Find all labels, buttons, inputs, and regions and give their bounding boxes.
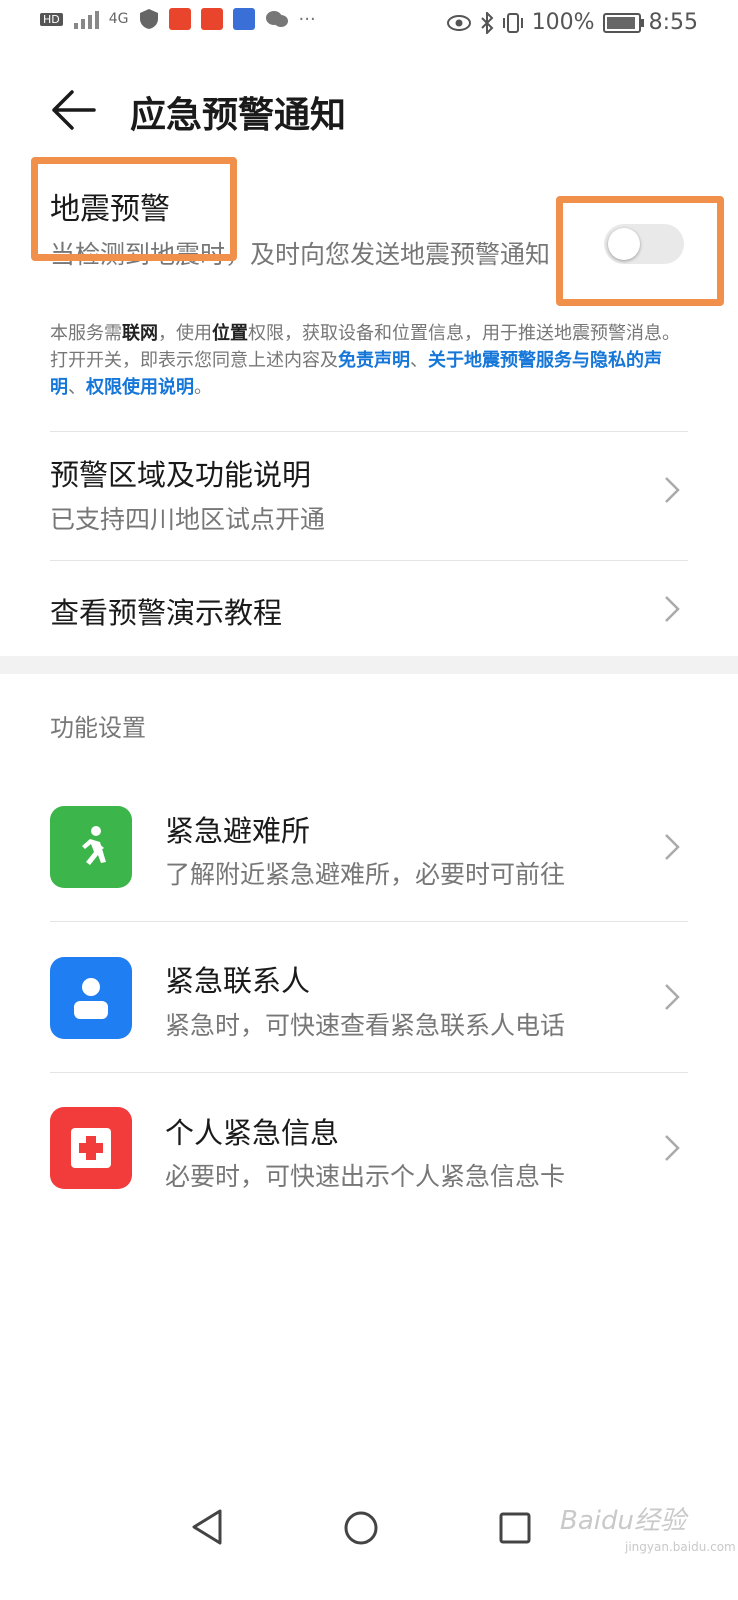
running-person-icon	[82, 826, 106, 865]
app-header: 应急预警通知	[0, 78, 738, 142]
divider	[50, 560, 688, 561]
chevron-right-icon	[665, 477, 680, 503]
clock: 8:55	[648, 10, 698, 35]
divider	[50, 431, 688, 432]
person-icon	[74, 978, 108, 1019]
shelter-subtitle: 了解附近紧急避难所，必要时可前往	[165, 860, 566, 889]
notice-bold-network: 联网	[122, 323, 158, 344]
nav-home-icon[interactable]	[343, 1510, 379, 1546]
notice-text-1: 本服务需	[50, 323, 122, 344]
divider	[50, 1072, 688, 1073]
notice-text-4: 、	[410, 350, 428, 371]
taobao-app-icon	[168, 8, 191, 30]
notice-text-2: ，使用	[158, 323, 212, 344]
battery-percent: 100%	[531, 10, 595, 35]
status-bar: HD 4G ··· 100% 8:55	[0, 0, 738, 52]
medical-cross-icon	[71, 1128, 111, 1168]
signal-icon	[73, 11, 99, 29]
page-title: 应急预警通知	[130, 95, 347, 136]
divider	[50, 921, 688, 922]
battery-icon	[602, 12, 644, 33]
notice-bold-location: 位置	[212, 323, 248, 344]
hd-badge: HD	[40, 11, 63, 27]
info-icon-tile	[50, 1107, 132, 1189]
disclaimer-link[interactable]: 免责声明	[338, 350, 410, 371]
region-info-title: 预警区域及功能说明	[50, 458, 312, 492]
nav-back-icon[interactable]	[190, 1508, 224, 1546]
shelter-icon-tile	[50, 806, 132, 888]
shield-icon	[139, 9, 158, 29]
demo-tutorial-title: 查看预警演示教程	[50, 596, 283, 630]
highlight-box-toggle	[556, 196, 724, 306]
contact-title: 紧急联系人	[165, 964, 311, 998]
back-arrow-icon[interactable]	[50, 88, 96, 132]
service-notice: 本服务需联网，使用位置权限，获取设备和位置信息，用于推送地震预警消息。打开开关，…	[50, 320, 690, 401]
status-right: 100% 8:55	[446, 10, 698, 35]
network-type: 4G	[108, 11, 129, 27]
personal-info-title: 个人紧急信息	[165, 1116, 340, 1150]
baidu-app-icon	[232, 8, 255, 30]
notice-text-6: 。	[194, 377, 212, 398]
notice-text-5: 、	[68, 377, 86, 398]
shelter-title: 紧急避难所	[165, 814, 311, 848]
region-info-subtitle: 已支持四川地区试点开通	[50, 505, 326, 534]
contact-icon-tile	[50, 957, 132, 1039]
taobao-app-icon-2	[200, 8, 223, 30]
highlight-box-title	[31, 157, 237, 261]
chevron-right-icon	[665, 984, 680, 1010]
permission-usage-link[interactable]: 权限使用说明	[86, 377, 194, 398]
chevron-right-icon	[665, 1135, 680, 1161]
eye-icon	[446, 14, 471, 31]
bluetooth-icon	[480, 11, 494, 34]
contact-subtitle: 紧急时，可快速查看紧急联系人电话	[165, 1011, 566, 1040]
chevron-right-icon	[665, 596, 680, 622]
nav-recents-icon[interactable]	[498, 1511, 532, 1545]
section-title: 功能设置	[50, 714, 146, 742]
status-left: HD 4G ···	[40, 8, 316, 30]
vibrate-icon	[502, 12, 523, 33]
chevron-right-icon	[665, 834, 680, 860]
baidu-watermark-url: jingyan.baidu.com	[625, 1540, 736, 1554]
wechat-icon	[265, 11, 288, 27]
section-gap	[0, 656, 738, 674]
baidu-watermark: Baidu经验	[560, 1506, 686, 1536]
personal-info-subtitle: 必要时，可快速出示个人紧急信息卡	[165, 1162, 566, 1191]
more-icon: ···	[298, 8, 316, 30]
